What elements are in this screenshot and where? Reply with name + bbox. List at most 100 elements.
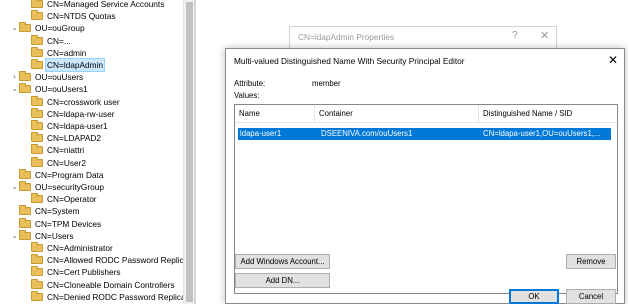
column-header-dn[interactable]: Distinguished Name / SID (479, 105, 619, 123)
folder-icon (31, 193, 43, 204)
tree-item[interactable]: CN=LDAPAD2 (22, 132, 102, 144)
pane-divider[interactable] (194, 0, 196, 304)
tree-item[interactable]: CN=Denied RODC Password Replicati (22, 290, 183, 303)
tree-item[interactable]: CN=Program Data (10, 168, 104, 181)
tree-item-label: CN=niattri (47, 145, 85, 156)
attribute-label: Attribute: (234, 79, 266, 88)
tree-item[interactable]: CN=NTDS Quotas (22, 10, 116, 22)
directory-tree: CN=Managed Service Accounts CN=NTDS Quota… (0, 0, 183, 304)
tree-item-label: CN=crosswork user (47, 96, 120, 107)
folder-icon (19, 181, 31, 191)
tree-item[interactable]: CN=Managed Service Accounts (22, 0, 165, 10)
folder-icon (31, 95, 43, 106)
tree-item-label: CN=Managed Service Accounts (47, 0, 165, 9)
tree-item-label: CN=NTDS Quotas (47, 11, 116, 22)
ok-button[interactable]: OK (509, 289, 559, 304)
add-dn-button[interactable]: Add DN... (235, 273, 330, 288)
tree-item-label: CN=ldapAdmin (44, 58, 106, 72)
folder-icon (19, 205, 31, 216)
tree-item[interactable]: › OU=ouUsers (10, 71, 84, 83)
tree-item-label: CN=Administrator (47, 243, 113, 253)
folder-icon (31, 266, 43, 277)
folder-icon (19, 22, 31, 33)
tree-item[interactable]: CN=TPM Devices (10, 217, 102, 230)
tree-item[interactable]: CN=Operator (22, 193, 98, 205)
tree-item-label: OU=securityGroup (35, 182, 104, 192)
tree-item[interactable]: CN=ldapa-user1 (22, 120, 109, 132)
row-dn: CN=ldapa-user1,OU=ouUsers1,... (483, 129, 601, 138)
tree-scrollbar-thumb[interactable] (186, 2, 193, 302)
tree-item-label: CN=TPM Devices (35, 218, 102, 229)
cancel-button[interactable]: Cancel (566, 289, 616, 304)
row-name: ldapa-user1 (240, 129, 282, 138)
tree-item-label: CN=System (35, 206, 80, 217)
folder-icon (31, 0, 43, 8)
values-label: Values: (234, 91, 260, 100)
tree-item[interactable]: CN=Administrator (22, 242, 114, 254)
folder-icon (31, 107, 43, 118)
close-icon[interactable]: ✕ (540, 29, 549, 42)
tree-item[interactable]: ⌄ OU=ouUsers1 (10, 83, 89, 95)
tree-item[interactable]: CN=Cloneable Domain Controllers (22, 278, 176, 291)
folder-icon (31, 290, 43, 301)
close-icon[interactable]: ✕ (608, 53, 618, 67)
list-row[interactable]: ldapa-user1 DSEENIVA.com/ouUsers1 CN=lda… (238, 128, 611, 140)
properties-dialog-title: CN=ldapAdmin Properties (298, 32, 395, 42)
tree-scrollbar[interactable] (183, 0, 194, 304)
tree-item[interactable]: ⌄ OU=ouGroup (10, 22, 86, 34)
folder-icon (31, 278, 43, 289)
help-icon[interactable]: ? (512, 30, 518, 41)
folder-icon (31, 144, 43, 155)
remove-button[interactable]: Remove (566, 254, 616, 269)
tree-item[interactable]: CN=crosswork user (22, 95, 121, 108)
chevron-down-icon[interactable]: ⌄ (10, 83, 19, 95)
tree-item[interactable]: CN=Allowed RODC Password Replicat (22, 254, 183, 266)
chevron-right-icon[interactable]: › (10, 71, 19, 83)
column-header-name[interactable]: Name (235, 105, 315, 123)
tree-item[interactable]: CN=... (22, 34, 72, 47)
tree-item-label: CN=Denied RODC Password Replicati (47, 291, 183, 302)
folder-icon (31, 120, 43, 130)
tree-item-label: CN=Operator (47, 194, 97, 205)
folder-icon (31, 242, 43, 252)
chevron-down-icon[interactable]: ⌄ (10, 230, 19, 242)
column-header-container[interactable]: Container (315, 105, 479, 123)
tree-item[interactable]: CN=Cert Publishers (22, 266, 122, 278)
add-windows-account-button[interactable]: Add Windows Account... (235, 254, 330, 269)
folder-icon (31, 34, 43, 45)
tree-item[interactable]: CN=niattri (22, 144, 85, 156)
tree-item[interactable]: CN=ldapa-rw-user (22, 107, 116, 120)
tree-item-label: OU=ouGroup (35, 23, 85, 34)
tree-item[interactable]: CN=User2 (22, 156, 87, 169)
chevron-down-icon[interactable]: ⌄ (10, 22, 19, 34)
tree-item-label: OU=ouUsers (35, 72, 84, 83)
folder-icon (31, 10, 43, 21)
chevron-down-icon[interactable]: ⌄ (10, 181, 19, 193)
folder-icon (19, 168, 31, 179)
tree-item-label: CN=Users (35, 230, 74, 241)
tree-item[interactable]: ⌄ CN=Users (10, 229, 75, 242)
attribute-value: member (312, 79, 341, 88)
tree-item[interactable]: CN=admin (22, 46, 87, 59)
tree-item[interactable]: ⌄ OU=securityGroup (10, 181, 105, 193)
folder-icon (31, 254, 43, 265)
tree-item[interactable]: CN=System (10, 205, 81, 217)
tree-item-label: CN=... (47, 35, 71, 46)
tree-item-label: CN=Program Data (35, 169, 104, 180)
tree-item[interactable]: CN=ldapAdmin (22, 58, 106, 72)
